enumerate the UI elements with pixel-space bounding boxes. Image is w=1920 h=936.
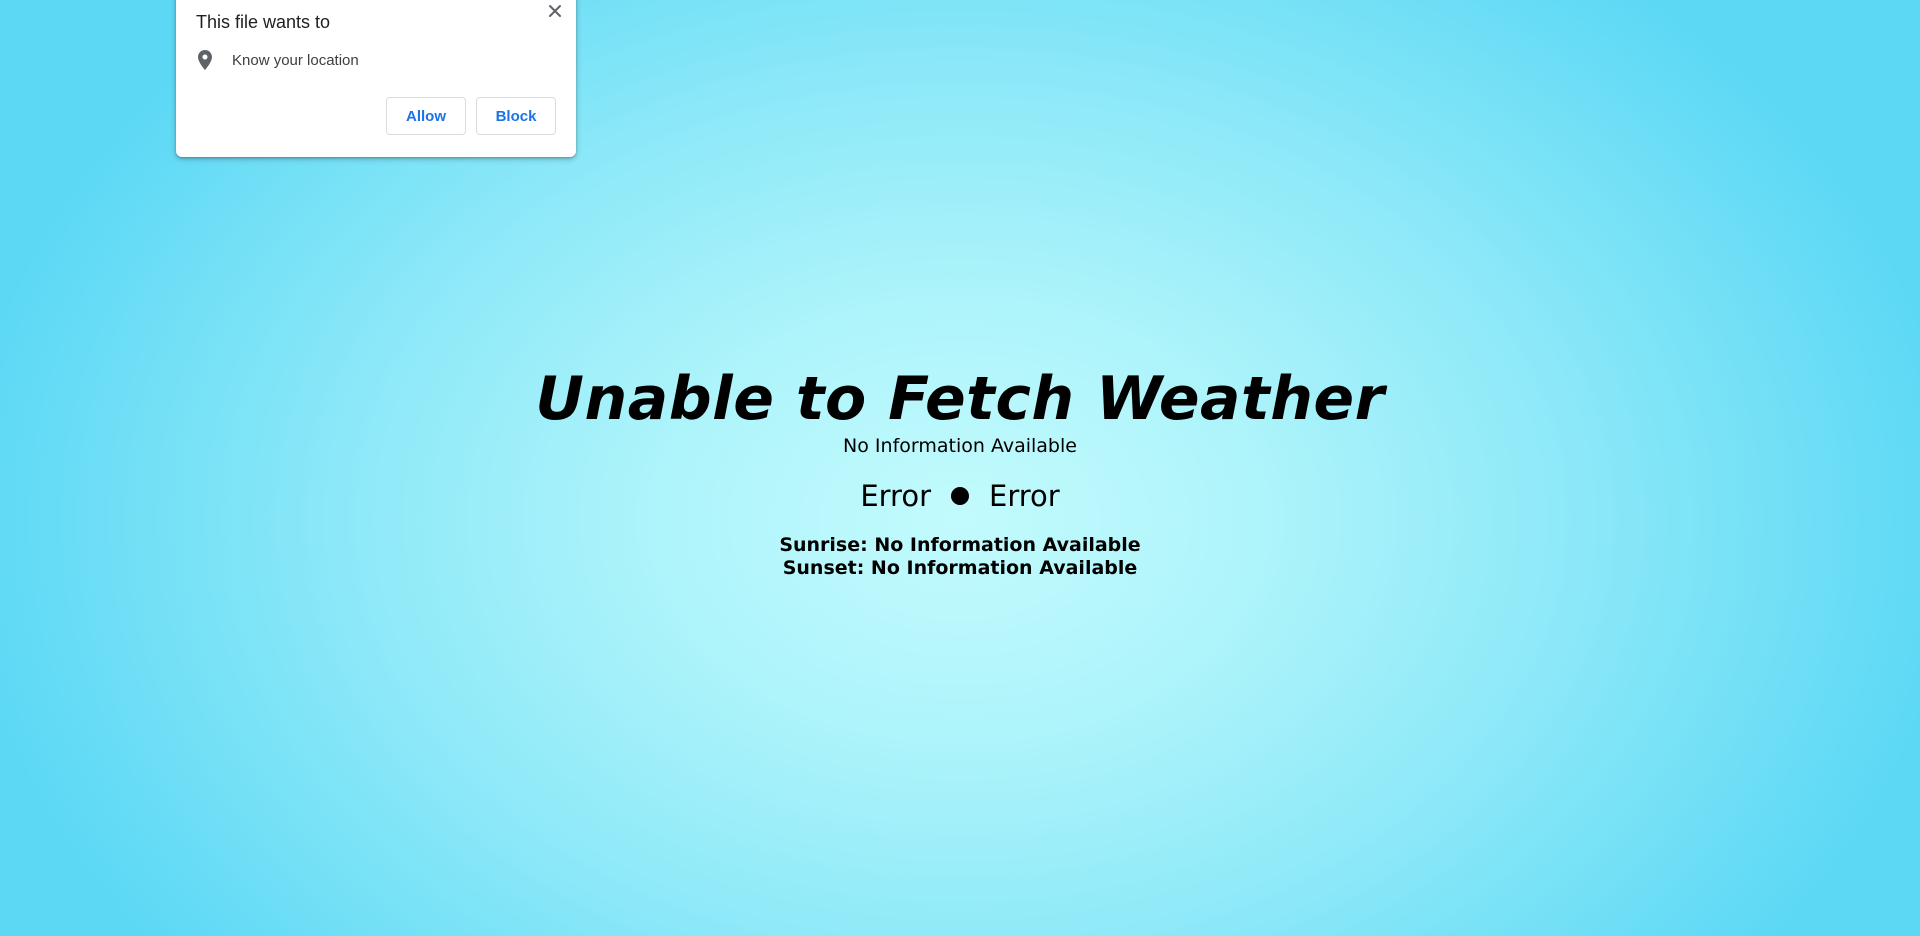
- sunset-text: Sunset: No Information Available: [782, 557, 1138, 579]
- sun-times: Sunrise: No Information Available Sunset…: [0, 534, 1920, 580]
- block-button[interactable]: Block: [476, 97, 556, 135]
- allow-button[interactable]: Allow: [386, 97, 466, 135]
- temperature-left: Error: [860, 479, 931, 513]
- close-icon[interactable]: [544, 0, 566, 22]
- permission-request-row: Know your location: [196, 50, 359, 70]
- location-pin-icon: [196, 50, 214, 70]
- weather-panel: Unable to Fetch Weather No Information A…: [0, 364, 1920, 580]
- location-permission-popup: This file wants to Know your location Al…: [176, 0, 576, 157]
- dot-icon: [951, 487, 969, 505]
- permission-buttons: Allow Block: [386, 97, 556, 135]
- temperature-right: Error: [989, 479, 1060, 513]
- temperature-row: Error Error: [0, 478, 1920, 514]
- weather-title: Unable to Fetch Weather: [535, 364, 1385, 434]
- weather-description: No Information Available: [843, 435, 1077, 457]
- permission-title: This file wants to: [196, 12, 331, 32]
- permission-request-text: Know your location: [232, 51, 359, 69]
- sunrise-text: Sunrise: No Information Available: [779, 534, 1141, 556]
